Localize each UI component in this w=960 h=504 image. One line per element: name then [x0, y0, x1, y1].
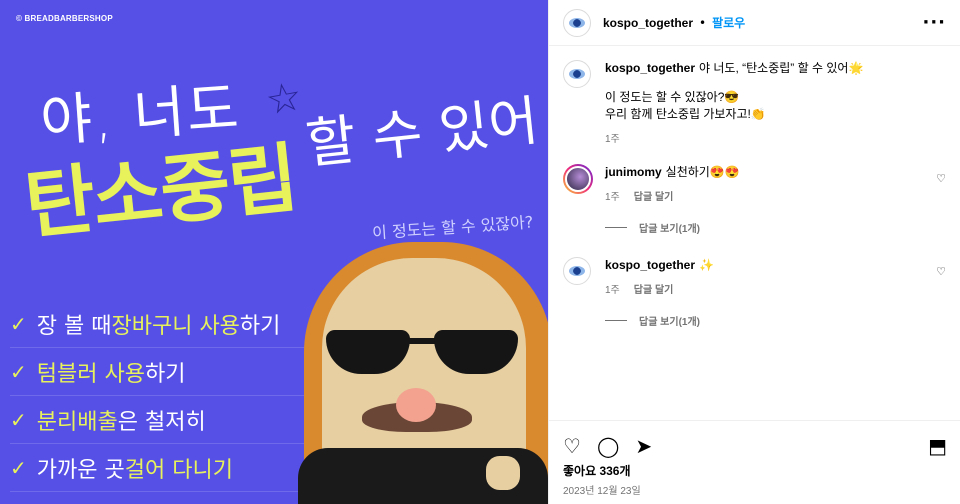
comment-like-icon[interactable]: ♡	[936, 172, 946, 185]
check-icon: ✓	[10, 407, 27, 432]
comment-time: 1주	[605, 192, 620, 203]
caption-line3: 우리 함께 탄소중립 가보자고!👏	[605, 107, 766, 121]
more-options-icon[interactable]: ···	[922, 12, 946, 33]
caption-time: 1주	[605, 134, 620, 145]
save-icon[interactable]: ⬒	[928, 436, 947, 456]
checklist-item: ✓ 분리배출 은 철저히	[10, 396, 310, 444]
share-icon[interactable]: ➤	[635, 436, 652, 456]
kospo-logo-icon	[569, 17, 585, 28]
view-replies-button[interactable]: 답글 보기(1개)	[605, 220, 946, 235]
comment-item: junimomy 실천하기😍😍 1주 답글 달기 ♡	[563, 164, 946, 206]
checklist-item: ✓ 가까운 곳 걸어 다니기	[10, 444, 310, 492]
check-icon: ✓	[10, 359, 27, 384]
comments-section[interactable]: kospo_together 야 너도, “탄소중립” 할 수 있어🌟 이 정도는…	[549, 46, 960, 420]
copyright-text: © BREADBARBERSHOP	[16, 14, 113, 23]
comment-text: 실천하기😍😍	[665, 165, 740, 179]
avatar[interactable]	[563, 164, 593, 194]
header-username[interactable]: kospo_together	[603, 16, 693, 30]
caption-line1: 야 너도, “탄소중립” 할 수 있어🌟	[699, 61, 864, 75]
comment-text: ✨	[699, 258, 714, 272]
comment-like-icon[interactable]: ♡	[936, 265, 946, 278]
like-icon[interactable]: ♡	[563, 436, 581, 456]
nose-illustration	[396, 388, 436, 422]
headline-line2: 할 수 있어	[302, 88, 542, 176]
reply-button[interactable]: 답글 달기	[634, 189, 674, 206]
comment-item: kospo_together ✨ 1주 답글 달기 ♡	[563, 257, 946, 299]
character-hand	[486, 456, 520, 490]
avatar[interactable]	[563, 8, 591, 37]
post-media[interactable]: © BREADBARBERSHOP 야, 너도 ☆ 할 수 있어 탄소중립 이 …	[0, 0, 548, 504]
caption-username[interactable]: kospo_together	[605, 61, 695, 75]
sunglasses-illustration	[326, 330, 518, 376]
comment-time: 1주	[605, 285, 620, 296]
checklist-item: ✓ 장 볼 때 장바구니 사용 하기	[10, 300, 310, 348]
check-icon: ✓	[10, 311, 27, 336]
post-date[interactable]: 2023년 12월 23일	[563, 482, 641, 497]
caption: kospo_together 야 너도, “탄소중립” 할 수 있어🌟 이 정도는…	[563, 60, 946, 148]
kospo-logo-icon	[569, 266, 585, 276]
post-side-panel: kospo_together • 팔로우 ··· kospo_together 야…	[548, 0, 960, 504]
reply-button[interactable]: 답글 달기	[634, 282, 674, 299]
kospo-logo-icon	[569, 69, 585, 79]
post-header: kospo_together • 팔로우 ···	[549, 0, 960, 46]
caption-line2: 이 정도는 할 수 있잖아?😎	[605, 90, 740, 104]
avatar[interactable]	[563, 257, 591, 285]
checklist: ✓ 장 볼 때 장바구니 사용 하기 ✓ 텀블러 사용 하기 ✓ 분리배출 은 철저히…	[10, 300, 310, 492]
likes-count[interactable]: 좋아요 336개	[563, 462, 631, 479]
comment-username[interactable]: junimomy	[605, 165, 662, 179]
view-replies-button[interactable]: 답글 보기(1개)	[605, 313, 946, 328]
post-actions: ♡ ◯ ➤ ⬒	[549, 420, 960, 460]
checklist-item: ✓ 텀블러 사용 하기	[10, 348, 310, 396]
comment-username[interactable]: kospo_together	[605, 258, 695, 272]
comment-icon[interactable]: ◯	[597, 436, 619, 456]
check-icon: ✓	[10, 455, 27, 480]
avatar[interactable]	[563, 60, 591, 88]
separator-dot: •	[699, 15, 707, 30]
follow-button[interactable]: 팔로우	[712, 14, 745, 31]
